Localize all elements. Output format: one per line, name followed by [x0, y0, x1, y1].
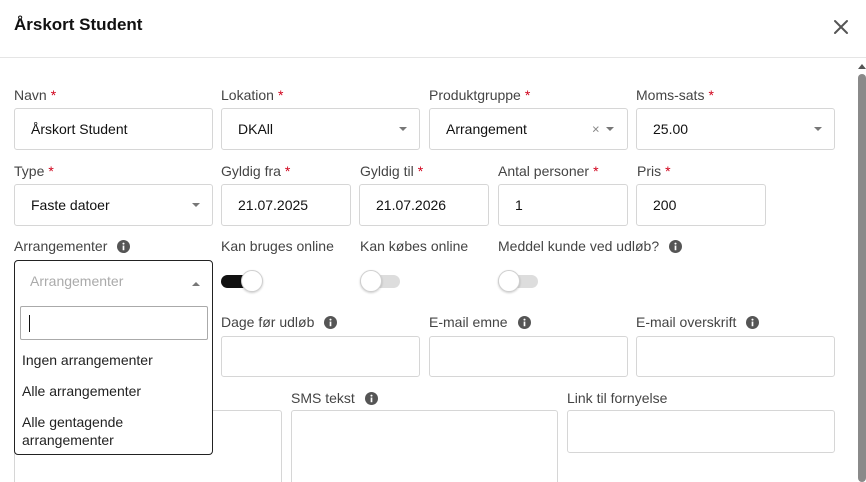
- required-mark: *: [665, 163, 671, 179]
- pris-label: Pris *: [637, 163, 671, 179]
- arrangementer-label-text: Arrangementer: [14, 238, 108, 254]
- gyldig-fra-label: Gyldig fra *: [221, 163, 290, 179]
- kan-bruges-online-label: Kan bruges online: [221, 238, 334, 254]
- required-mark: *: [48, 163, 54, 179]
- required-mark: *: [593, 163, 599, 179]
- sms-tekst-label-text: SMS tekst: [291, 390, 355, 406]
- kan-bruges-online-toggle[interactable]: [221, 270, 263, 292]
- chevron-down-icon: [192, 203, 200, 207]
- link-til-fornyelse-label: Link til fornyelse: [567, 390, 667, 406]
- link-til-fornyelse-input[interactable]: [567, 410, 835, 453]
- required-mark: *: [277, 87, 284, 103]
- arrangementer-select[interactable]: Arrangementer Ingen arrangementer Alle a…: [14, 260, 213, 455]
- email-emne-input[interactable]: [429, 336, 628, 377]
- meddel-kunde-toggle[interactable]: [498, 270, 540, 292]
- type-select[interactable]: Faste datoer: [14, 184, 213, 226]
- navn-input[interactable]: Årskort Student: [14, 108, 213, 150]
- antal-personer-label-text: Antal personer: [498, 163, 590, 179]
- produktgruppe-label: Produktgruppe *: [429, 87, 530, 103]
- gyldig-til-input[interactable]: 21.07.2026: [359, 184, 489, 226]
- required-mark: *: [524, 87, 531, 103]
- sms-tekst-label: SMS tekst: [291, 390, 378, 406]
- pris-input[interactable]: 200: [636, 184, 766, 226]
- lokation-label-text: Lokation: [221, 87, 274, 103]
- moms-sats-select[interactable]: 25.00: [636, 108, 835, 150]
- email-overskrift-label: E-mail overskrift: [636, 314, 760, 330]
- antal-personer-value: 1: [515, 197, 523, 213]
- info-icon[interactable]: [517, 315, 531, 329]
- gyldig-fra-label-text: Gyldig fra: [221, 163, 281, 179]
- pris-label-text: Pris: [637, 163, 662, 179]
- type-label-text: Type: [14, 163, 45, 179]
- dage-foer-udloeb-label: Dage før udløb: [221, 314, 338, 330]
- navn-value: Årskort Student: [31, 121, 128, 137]
- modal-header: Årskort Student: [0, 0, 866, 58]
- info-icon[interactable]: [746, 315, 760, 329]
- kan-bruges-online-label-text: Kan bruges online: [221, 238, 334, 254]
- pris-value: 200: [653, 197, 677, 213]
- arrangementer-placeholder: Arrangementer: [30, 273, 124, 289]
- clear-icon[interactable]: ×: [592, 122, 600, 137]
- moms-sats-label-text: Moms-sats: [636, 87, 705, 103]
- scroll-thumb[interactable]: [858, 74, 866, 482]
- chevron-down-icon: [399, 127, 407, 131]
- dage-foer-udloeb-input[interactable]: [221, 336, 420, 377]
- dage-foer-udloeb-label-text: Dage før udløb: [221, 314, 315, 330]
- email-overskrift-label-text: E-mail overskrift: [636, 314, 737, 330]
- required-mark: *: [284, 163, 291, 179]
- required-mark: *: [50, 87, 57, 103]
- required-mark: *: [708, 87, 714, 103]
- produktgruppe-value: Arrangement: [446, 121, 527, 137]
- moms-sats-label: Moms-sats *: [636, 87, 714, 103]
- text-cursor: [29, 315, 30, 332]
- toggle-knob: [360, 270, 382, 292]
- lokation-select[interactable]: DKAll: [221, 108, 420, 150]
- produktgruppe-select[interactable]: Arrangement ×: [429, 108, 628, 150]
- gyldig-til-value: 21.07.2026: [376, 197, 447, 213]
- required-mark: *: [417, 163, 424, 179]
- link-til-fornyelse-label-text: Link til fornyelse: [567, 390, 668, 406]
- meddel-kunde-label: Meddel kunde ved udløb?: [498, 238, 683, 254]
- gyldig-til-label: Gyldig til *: [360, 163, 423, 179]
- antal-personer-input[interactable]: 1: [498, 184, 628, 226]
- info-icon[interactable]: [669, 239, 683, 253]
- toggle-knob: [241, 270, 263, 292]
- chevron-down-icon: [814, 127, 822, 131]
- email-emne-label: E-mail emne: [429, 314, 531, 330]
- info-icon[interactable]: [117, 239, 131, 253]
- info-icon[interactable]: [364, 391, 378, 405]
- kan-koebes-online-label: Kan købes online: [360, 238, 468, 254]
- lokation-value: DKAll: [238, 121, 274, 137]
- email-emne-label-text: E-mail emne: [429, 314, 508, 330]
- scrollbar[interactable]: [858, 64, 866, 482]
- modal-title: Årskort Student: [14, 15, 143, 34]
- option-ingen-arrangementer[interactable]: Ingen arrangementer: [22, 351, 153, 369]
- produktgruppe-label-text: Produktgruppe: [429, 87, 521, 103]
- kan-koebes-online-label-text: Kan købes online: [360, 238, 469, 254]
- meddel-kunde-label-text: Meddel kunde ved udløb?: [498, 238, 660, 254]
- email-overskrift-input[interactable]: [636, 336, 835, 377]
- option-alle-arrangementer[interactable]: Alle arrangementer: [22, 382, 141, 400]
- arrangementer-search-input[interactable]: [20, 306, 208, 340]
- chevron-up-icon: [192, 282, 200, 286]
- scroll-up-arrow-icon[interactable]: [858, 64, 866, 69]
- arrangementer-label: Arrangementer: [14, 238, 131, 254]
- type-label: Type *: [14, 163, 54, 179]
- option-alle-gentagende-arrangementer[interactable]: Alle gentagende arrangementer: [22, 413, 202, 449]
- gyldig-fra-value: 21.07.2025: [238, 197, 309, 213]
- navn-label-text: Navn: [14, 87, 47, 103]
- navn-label: Navn *: [14, 87, 56, 103]
- gyldig-fra-input[interactable]: 21.07.2025: [221, 184, 351, 226]
- gyldig-til-label-text: Gyldig til: [360, 163, 414, 179]
- close-icon[interactable]: [831, 17, 851, 37]
- toggle-knob: [498, 270, 520, 292]
- info-icon[interactable]: [324, 315, 338, 329]
- chevron-down-icon: [606, 127, 614, 131]
- kan-koebes-online-toggle[interactable]: [360, 270, 402, 292]
- sms-tekst-textarea[interactable]: [291, 410, 558, 482]
- type-value: Faste datoer: [31, 197, 110, 213]
- antal-personer-label: Antal personer *: [498, 163, 599, 179]
- lokation-label: Lokation *: [221, 87, 283, 103]
- moms-sats-value: 25.00: [653, 121, 689, 137]
